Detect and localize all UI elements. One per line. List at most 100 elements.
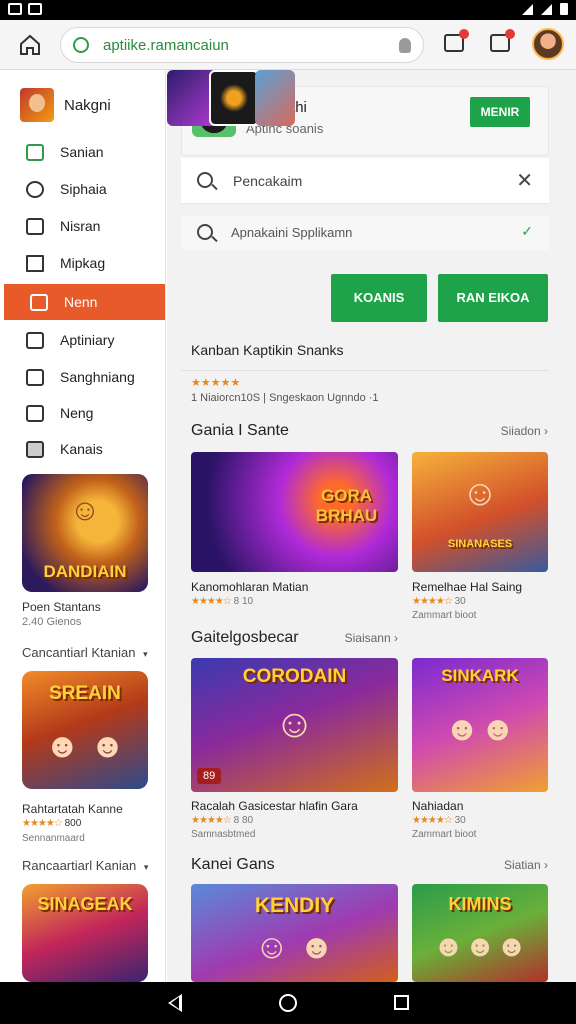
chevron-right-icon: › [544,858,548,872]
sidebar-item-nenn[interactable]: Nenn [4,284,165,320]
battery-icon [560,3,568,15]
rating-meta: 1 Niaiorcn10S | Sngeskaon Ugnndo ·1 [191,392,379,404]
sidebar-section-header[interactable]: Rancaartiarl Kanian ▾ [22,858,148,873]
sidebar-item-neng[interactable]: Neng [0,395,165,431]
character-art: ☺ [274,702,315,746]
section-tile-title: SREAIN [49,683,121,704]
see-all-label: Siiadon [500,424,541,438]
game-tile-title: KENDIY [254,894,335,917]
game-tile-title: CORODAIN [242,666,347,687]
rating-stars: ★★★★☆ [412,815,453,826]
game-tile[interactable]: KIMINS ☻☻☻ [412,884,548,982]
section-game-tile[interactable]: SREAIN ☻ ☻ [22,671,148,789]
character-art: ☺ [69,494,101,527]
sidebar-section-header[interactable]: Cancantiarl Ktanian ▾ [22,645,148,660]
sidebar-item-kanais[interactable]: Kanais [0,431,165,467]
rating-stars: ★★★★☆ [22,818,63,829]
tabs-icon[interactable] [444,29,469,52]
sidebar-item-label: Nisran [60,218,101,234]
game-tile[interactable]: SINKARK ☻☻ [412,658,548,792]
featured-thumb[interactable] [209,70,259,126]
character-art: ☻☻ [444,710,516,748]
game-tile[interactable]: ☺ SINANASES [412,452,548,572]
rating-score: 800 [64,818,82,829]
rating-score: 8 80 [233,815,254,826]
section-title: Kanei Gans [191,856,275,873]
sidebar-item-aptiniary[interactable]: Aptiniary [0,322,165,358]
rating-score: 30 [454,815,466,826]
game-name[interactable]: Kanomohlaran Matian [191,580,308,594]
main-panel: Tantatahi Aptinc soanis MENIR Pencakaim … [167,70,576,982]
home-circle-icon[interactable] [279,994,297,1012]
rating-score: 8 10 [233,596,254,607]
address-bar[interactable]: aptiike.ramancaiun [60,27,424,63]
back-icon[interactable] [168,994,182,1012]
profile-name: Nakgni [64,96,111,114]
featured-thumbnails [167,70,295,128]
game-tile-title: GORA BRHAU [315,486,378,525]
see-all-link[interactable]: Siaisann › [345,631,398,645]
section-header-label: Cancantiarl Ktanian [22,645,136,660]
filter-dropdown[interactable]: Apnakaini Spplikamn ✓ [181,216,549,250]
ran-eikoa-button[interactable]: RAN EIKOA [438,274,548,322]
game-name[interactable]: Remelhae Hal Saing [412,580,522,594]
game-name[interactable]: Racalah Gasicestar hlafin Gara [191,799,358,813]
see-all-link[interactable]: Siiadon › [501,424,548,438]
section-game-sub: Sennanmaard [22,833,85,844]
game-tile[interactable]: CORODAIN ☺ 89 [191,658,398,792]
sidebar-item-nisran[interactable]: Nisran [0,208,165,244]
home-icon[interactable] [18,33,42,57]
game-meta: Zammart bioot [412,829,477,840]
folder-icon [26,404,44,422]
featured-title: Kanban Kaptikin Snanks [191,342,344,358]
sidebar-item-sanian[interactable]: Sanian [0,134,165,170]
rating-stars: ★★★★★ [191,377,241,389]
profile-avatar [20,88,54,122]
promo-game-name[interactable]: Poen Stantans [22,600,101,614]
divider [181,370,549,371]
game-rating: ★★★★☆ 8 80 [191,815,253,826]
section-game-tile[interactable]: SINAGEAK [22,884,148,982]
game-tile[interactable]: GORA BRHAU [191,452,398,572]
character-art: ☺ [461,472,499,513]
character-art: ☻ ☻ [44,727,126,765]
sidebar-item-sanghniang[interactable]: Sanghniang [0,359,165,395]
see-all-link[interactable]: Siatian › [504,858,548,872]
sidebar-item-mipkag[interactable]: Mipkag [0,245,165,281]
menu-button[interactable]: MENIR [470,97,530,127]
promo-game-sub: 2.40 Gienos [22,616,82,628]
url-text: aptiike.ramancaiun [103,37,229,54]
search-bar[interactable]: Pencakaim ✕ [181,158,549,204]
notification-icon [28,3,42,15]
game-tile[interactable]: KENDIY ☺ ☻ [191,884,398,982]
sidebar-item-siphaia[interactable]: Siphaia [0,171,165,207]
promo-game-tile[interactable]: ☺ DANDIAIN [22,474,148,592]
sidebar: Nakgni Sanian Siphaia Nisran Mipkag Nenn… [0,70,166,982]
sidebar-item-label: Siphaia [60,181,107,197]
rating-stars: ★★★★☆ [191,815,232,826]
search-input[interactable]: Pencakaim [233,173,302,189]
koanis-button[interactable]: KOANIS [331,274,427,322]
close-icon[interactable]: ✕ [516,168,533,193]
section-game-name[interactable]: Rahtartatah Kanne [22,802,123,816]
chevron-down-icon: ▾ [143,649,148,659]
cell-signal-icon [541,3,552,15]
featured-thumb[interactable] [255,70,295,126]
chevron-down-icon: ▾ [143,862,149,872]
mic-icon[interactable] [399,38,411,53]
game-rating: ★★★★☆ 30 [412,596,466,607]
game-tile-title: SINANASES [447,538,513,550]
downloads-icon[interactable] [490,29,515,52]
game-meta: Samnasbtmed [191,829,256,840]
recent-apps-icon[interactable] [394,995,409,1010]
system-nav-bar [0,982,576,1024]
inbox-icon [26,217,44,235]
sidebar-profile[interactable]: Nakgni [20,88,111,122]
avatar[interactable] [532,28,564,60]
sidebar-item-label: Aptiniary [60,332,115,348]
game-name[interactable]: Nahiadan [412,799,463,813]
chevron-right-icon: › [394,631,398,645]
window-icon [26,440,44,458]
sidebar-item-label: Sanian [60,144,104,160]
calendar-icon [30,293,48,311]
